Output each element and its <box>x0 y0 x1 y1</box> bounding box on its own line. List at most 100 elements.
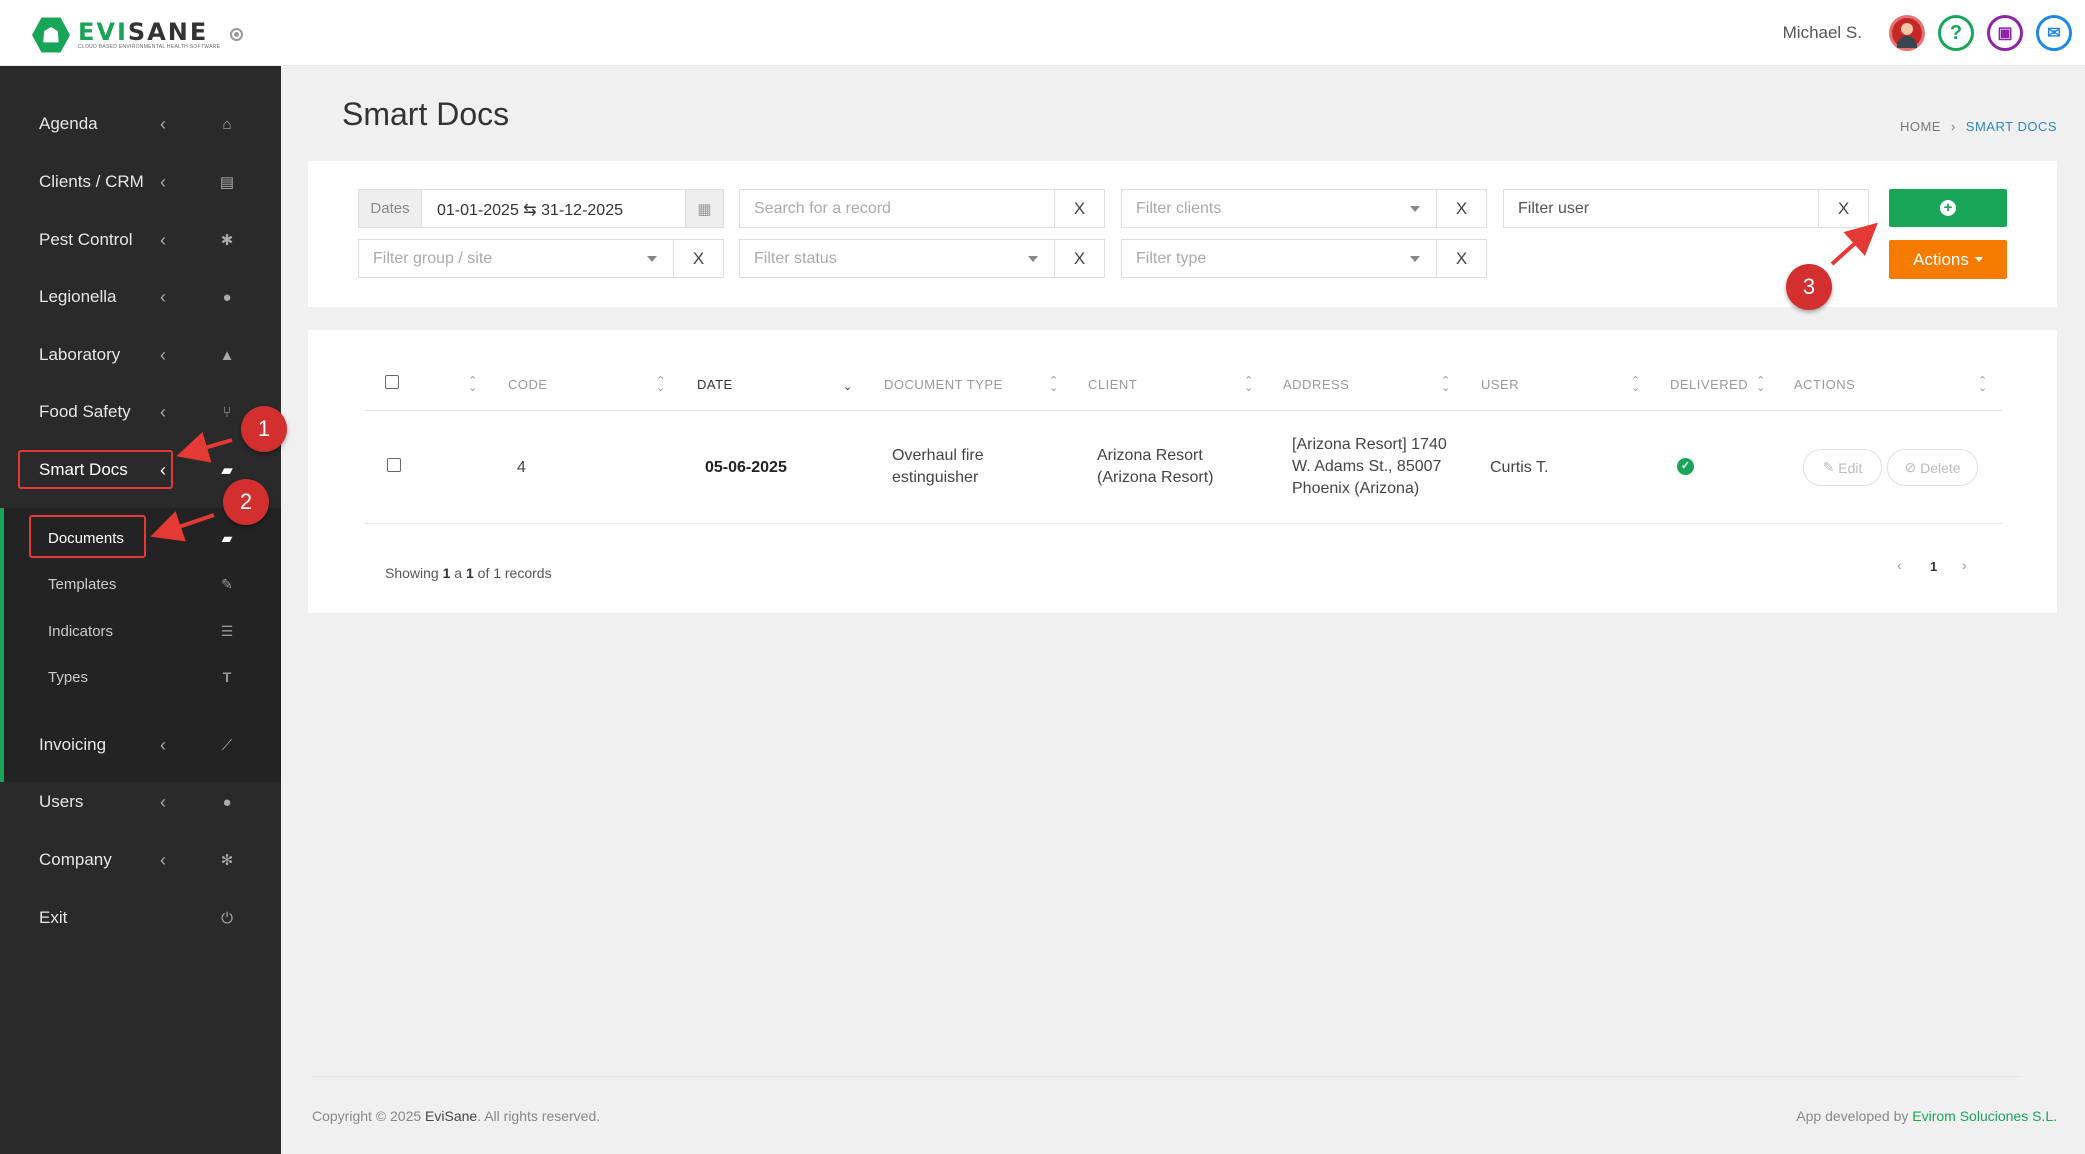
chevron-left-icon: ‹ <box>160 791 166 812</box>
add-document-button[interactable]: + <box>1889 189 2007 227</box>
annotation-badge-2: 2 <box>223 479 269 525</box>
select-all-checkbox[interactable] <box>385 375 399 389</box>
filter-type-select[interactable]: Filter type X <box>1121 239 1487 278</box>
calendar-icon[interactable]: ▦ <box>685 190 723 227</box>
column-header-address[interactable]: ADDRESS <box>1283 377 1349 392</box>
id-card-icon: ▤ <box>219 174 235 191</box>
page-title: Smart Docs <box>342 96 510 132</box>
sidebar-item-laboratory[interactable]: Laboratory ‹ ▲ <box>0 327 281 383</box>
filter-clients-select[interactable]: Filter clients X <box>1121 189 1487 228</box>
sidebar-subitem-indicators[interactable]: Indicators ☰ <box>0 608 281 654</box>
clear-type-button[interactable]: X <box>1436 240 1486 277</box>
delivered-check-icon: ✓ <box>1677 458 1694 475</box>
sort-icon[interactable]: ⌃ ⌄ <box>1244 376 1253 394</box>
sort-icon[interactable]: ⌃ ⌄ <box>468 376 477 394</box>
chevron-left-icon: ‹ <box>160 849 166 870</box>
row-divider <box>364 523 2002 524</box>
highlight-documents <box>29 515 146 558</box>
column-header-client[interactable]: CLIENT <box>1088 377 1137 392</box>
sidebar: Agenda ‹ ⌂ Clients / CRM ‹ ▤ Pest Contro… <box>0 66 281 1154</box>
sort-icon[interactable]: ⌃ ⌄ <box>1756 376 1765 394</box>
breadcrumb-home[interactable]: HOME <box>1900 119 1941 134</box>
breadcrumb-chevron-icon: › <box>1950 119 1956 134</box>
sidebar-item-clients-crm[interactable]: Clients / CRM ‹ ▤ <box>0 154 281 210</box>
column-header-delivered[interactable]: DELIVERED <box>1670 377 1748 392</box>
sidebar-item-legionella[interactable]: Legionella ‹ ● <box>0 269 281 325</box>
gear-icon: ✻ <box>220 852 234 869</box>
chevron-left-icon: ‹ <box>160 113 166 134</box>
pagination-page[interactable]: 1 <box>1930 559 1937 574</box>
gift-icon[interactable]: ▣ <box>1987 15 2023 51</box>
row-address: [Arizona Resort] 1740 W. Adams St., 8500… <box>1292 436 1447 497</box>
clear-user-button[interactable]: X <box>1818 190 1868 227</box>
sort-icon[interactable]: ⌃ ⌄ <box>1441 376 1450 394</box>
clear-group-button[interactable]: X <box>673 240 723 277</box>
clear-status-button[interactable]: X <box>1054 240 1104 277</box>
caret-down-icon <box>647 256 657 262</box>
logo-bug-icon: ☗ <box>32 17 70 53</box>
sort-desc-icon[interactable]: ⌄ <box>843 382 852 393</box>
evisane-logo[interactable]: ☗ EVISANE CLOUD BASED ENVIRONMENTAL HEAL… <box>32 16 220 54</box>
date-range-field[interactable]: Dates 01-01-2025 ⇆ 31-12-2025 ▦ <box>358 189 724 228</box>
chevron-left-icon: ‹ <box>160 344 166 365</box>
ban-icon: ⊘ <box>1904 459 1917 475</box>
footer-copyright: Copyright © 2025 EviSane. All rights res… <box>312 1108 601 1124</box>
sidebar-item-exit[interactable]: Exit ⏻ <box>0 890 281 946</box>
column-header-date[interactable]: DATE <box>697 377 733 392</box>
footer-developer: App developed by Evirom Soluciones S.L. <box>1796 1108 2057 1124</box>
edit-button[interactable]: ✎ Edit <box>1803 449 1882 486</box>
folder-open-icon: ▰ <box>221 529 233 546</box>
sidebar-item-pest-control[interactable]: Pest Control ‹ ✱ <box>0 212 281 268</box>
filter-user-input[interactable]: Filter user X <box>1503 189 1869 228</box>
caret-down-icon <box>1974 257 1983 262</box>
row-document-type: Overhaul fire estinguisher <box>892 447 984 486</box>
row-date: 05-06-2025 <box>705 459 787 476</box>
cutlery-icon: ⑂ <box>222 403 232 421</box>
sidebar-subitem-templates[interactable]: Templates ✎ <box>0 561 281 607</box>
column-header-document-type[interactable]: DOCUMENT TYPE <box>884 377 1003 392</box>
column-header-code[interactable]: CODE <box>508 377 548 392</box>
drop-icon: ● <box>222 288 232 306</box>
sidebar-item-users[interactable]: Users ‹ ● <box>0 774 281 830</box>
avatar[interactable] <box>1889 15 1925 51</box>
user-icon: ● <box>222 793 232 811</box>
logo-text: EVISANE CLOUD BASED ENVIRONMENTAL HEALTH… <box>78 18 221 50</box>
top-bar: ☗ EVISANE CLOUD BASED ENVIRONMENTAL HEAL… <box>0 0 2085 66</box>
help-icon[interactable]: ? <box>1938 15 1974 51</box>
chevron-left-icon: ‹ <box>160 401 166 422</box>
chevron-left-icon: ‹ <box>160 734 166 755</box>
sort-icon[interactable]: ⌃ ⌄ <box>1631 376 1640 394</box>
column-header-user[interactable]: USER <box>1481 377 1519 392</box>
sort-icon[interactable]: ⌃ ⌄ <box>656 376 665 394</box>
sort-icon[interactable]: ⌃ ⌄ <box>1049 376 1058 394</box>
clear-search-button[interactable]: X <box>1054 190 1104 227</box>
user-name[interactable]: Michael S. <box>1783 23 1862 43</box>
home-icon: ⌂ <box>222 115 232 133</box>
row-checkbox[interactable] <box>387 458 401 472</box>
highlight-smart-docs <box>18 450 173 489</box>
plus-circle-icon: + <box>1940 200 1956 216</box>
chart-icon: ⟋ <box>221 736 233 754</box>
delete-button[interactable]: ⊘ Delete <box>1887 449 1978 486</box>
sidebar-item-company[interactable]: Company ‹ ✻ <box>0 832 281 888</box>
text-icon: T <box>222 669 232 685</box>
pagination-prev-icon[interactable]: ‹ <box>1897 557 1902 573</box>
pagination-next-icon[interactable]: › <box>1962 557 1967 573</box>
sidebar-item-agenda[interactable]: Agenda ‹ ⌂ <box>0 96 281 152</box>
breadcrumb: HOME › SMART DOCS <box>1900 119 2057 134</box>
breadcrumb-current: SMART DOCS <box>1965 119 2057 134</box>
clear-clients-button[interactable]: X <box>1436 190 1486 227</box>
bug-icon: ✱ <box>220 232 234 249</box>
chat-icon[interactable]: ✉ <box>2036 15 2072 51</box>
actions-button[interactable]: Actions <box>1889 240 2007 279</box>
sidebar-toggle-icon[interactable] <box>230 28 243 41</box>
sidebar-subitem-types[interactable]: Types T <box>0 654 281 700</box>
edit-icon: ✎ <box>1822 459 1835 475</box>
sidebar-item-invoicing[interactable]: Invoicing ‹ ⟋ <box>0 717 281 773</box>
sort-icon[interactable]: ⌃ ⌄ <box>1978 376 1987 394</box>
search-input[interactable]: Search for a record X <box>739 189 1105 228</box>
chevron-left-icon: ‹ <box>160 286 166 307</box>
sidebar-item-food-safety[interactable]: Food Safety ‹ ⑂ <box>0 384 281 440</box>
filter-group-site-select[interactable]: Filter group / site X <box>358 239 724 278</box>
filter-status-select[interactable]: Filter status X <box>739 239 1105 278</box>
